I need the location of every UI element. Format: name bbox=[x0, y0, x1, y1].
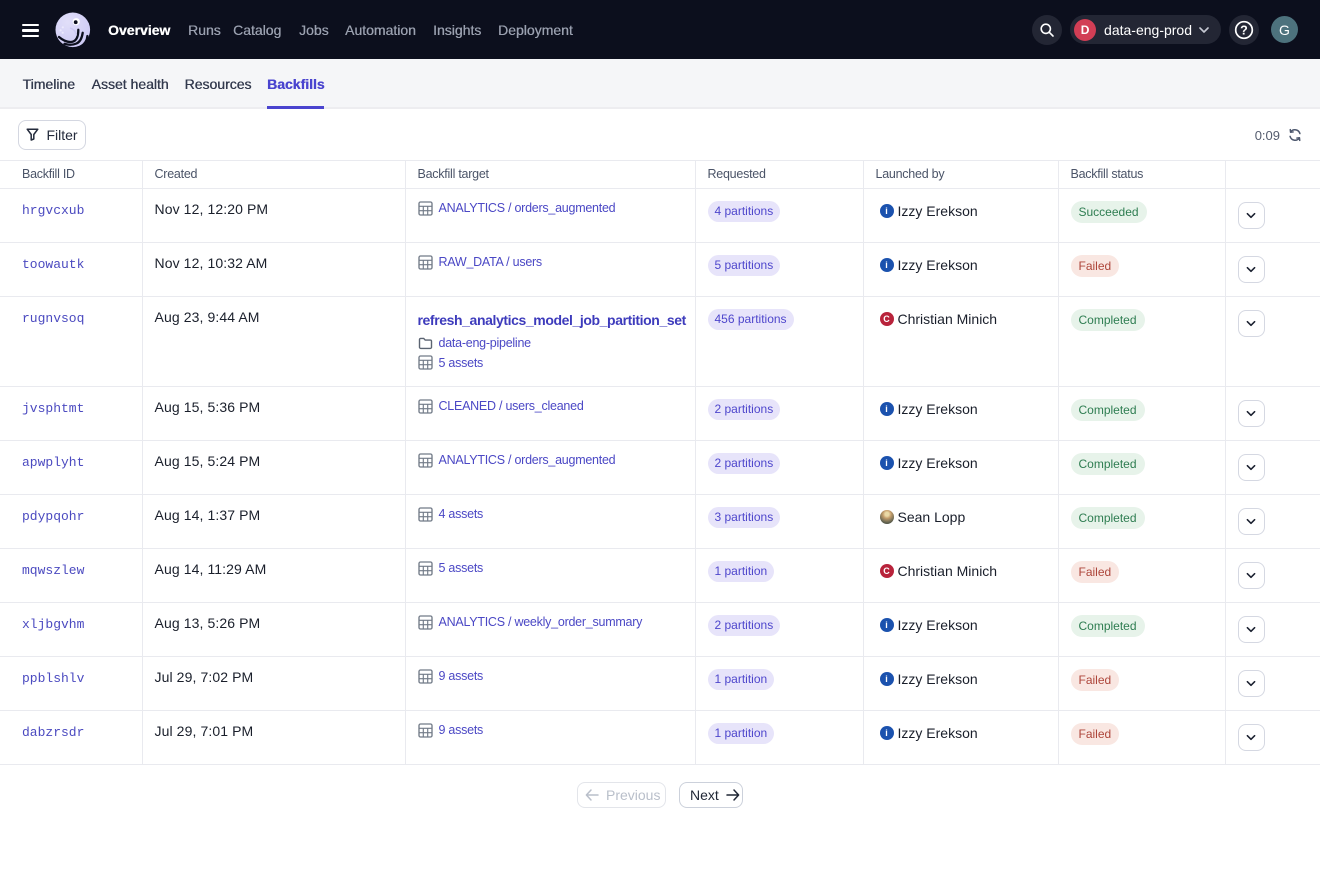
svg-text:?: ? bbox=[1240, 23, 1248, 37]
